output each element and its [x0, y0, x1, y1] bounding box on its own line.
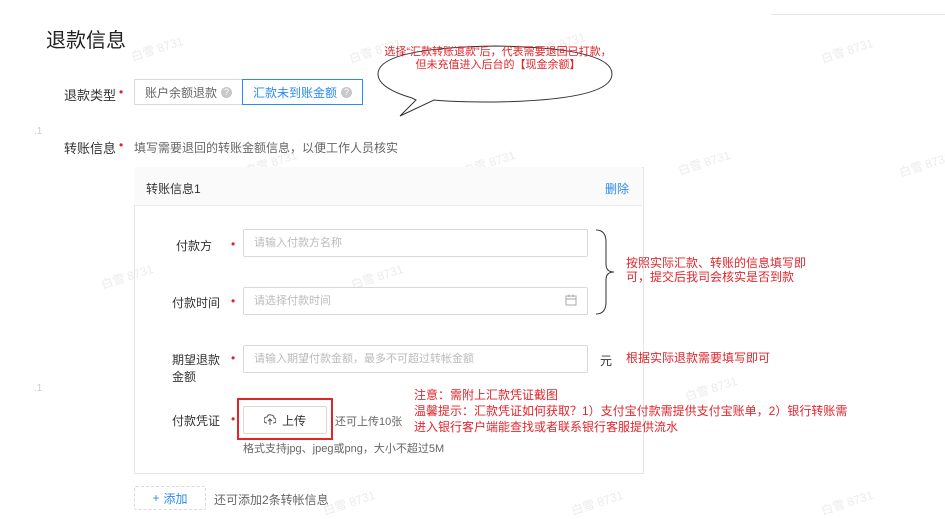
- required-mark: •: [231, 351, 236, 365]
- required-mark: •: [231, 412, 236, 426]
- required-mark: •: [231, 237, 236, 251]
- refund-type-label: 退款类型: [64, 88, 117, 103]
- payer-label: 付款方: [176, 239, 213, 253]
- transfer-info-hint: 填写需要退回的转账金额信息，以便工作人员核实: [134, 141, 399, 155]
- page-title: 退款信息: [46, 30, 126, 52]
- watermark: 白雪 8731: [819, 487, 876, 518]
- upload-format-hint: 格式支持jpg、jpeg或png，大小不超过5M: [243, 443, 445, 455]
- watermark: 白雪 8731: [129, 33, 186, 64]
- payment-time-label: 付款时间: [172, 296, 221, 310]
- add-transfer-button[interactable]: + 添加: [134, 486, 206, 510]
- transfer-info-label: 转账信息: [64, 141, 117, 156]
- payer-input[interactable]: [243, 229, 588, 257]
- watermark: 白雪 8731: [569, 487, 626, 518]
- brace-note-line2: 可，提交后我司会核实是否到款: [626, 270, 795, 284]
- help-icon[interactable]: ?: [341, 86, 353, 98]
- top-divider: [771, 14, 945, 15]
- payment-time-picker[interactable]: [243, 287, 588, 315]
- voucher-label: 付款凭证: [172, 414, 221, 428]
- callout-bubble-text: 选择“汇款转账退款”后，代表需要退回已打款，但未充值进入后台的【现金余额】: [384, 46, 612, 71]
- edge-mark: .1: [34, 126, 43, 137]
- plus-icon: +: [152, 491, 160, 505]
- expected-refund-amount-input[interactable]: [243, 345, 588, 373]
- voucher-note-line1: 注意：需附上汇款凭证截图: [414, 388, 559, 402]
- brace-icon: [595, 229, 615, 315]
- option-unreceived-remittance[interactable]: 汇款未到账金额 ?: [242, 79, 364, 105]
- upload-limit: 还可上传10张: [335, 416, 403, 428]
- required-mark: •: [119, 85, 124, 99]
- add-label: 添加: [163, 491, 188, 506]
- watermark: 白雪 8731: [683, 373, 740, 404]
- edge-mark: .1: [34, 383, 43, 394]
- calendar-icon[interactable]: [565, 294, 577, 306]
- add-remaining-text: 还可添加2条转帐信息: [214, 493, 329, 507]
- highlight-box: [237, 398, 333, 440]
- voucher-note-line3: 进入银行客户端能查找或者联系银行客服提供流水: [414, 420, 679, 434]
- watermark: 白雪 8731: [819, 35, 876, 66]
- watermark: 白雪 8731: [321, 487, 378, 518]
- option-label: 账户余额退款: [145, 85, 218, 100]
- watermark: 白雪 8731: [897, 149, 945, 180]
- voucher-note-line2: 温馨提示：汇款凭证如何获取？1）支付宝付款需提供支付宝账单，2）银行转账需: [414, 404, 848, 418]
- option-account-balance-refund[interactable]: 账户余额退款 ?: [134, 79, 244, 105]
- expected-refund-label-line1: 期望退款: [172, 353, 221, 367]
- required-mark: •: [231, 294, 236, 308]
- watermark: 白雪 8731: [676, 147, 733, 178]
- card-title: 转账信息1: [146, 182, 201, 196]
- expected-refund-label-line2: 金额: [172, 370, 197, 384]
- brace-note-line1: 按照实际汇款、转账的信息填写即: [626, 256, 807, 270]
- required-mark: •: [119, 138, 124, 152]
- refund-type-selector: 账户余额退款 ? 汇款未到账金额 ?: [134, 79, 364, 105]
- delete-link[interactable]: 删除: [605, 180, 629, 197]
- card-header: [134, 167, 642, 206]
- option-label: 汇款未到账金额: [253, 85, 338, 100]
- help-icon[interactable]: ?: [221, 86, 233, 98]
- amount-note: 根据实际退款需要填写即可: [626, 351, 771, 365]
- currency-unit: 元: [600, 354, 613, 368]
